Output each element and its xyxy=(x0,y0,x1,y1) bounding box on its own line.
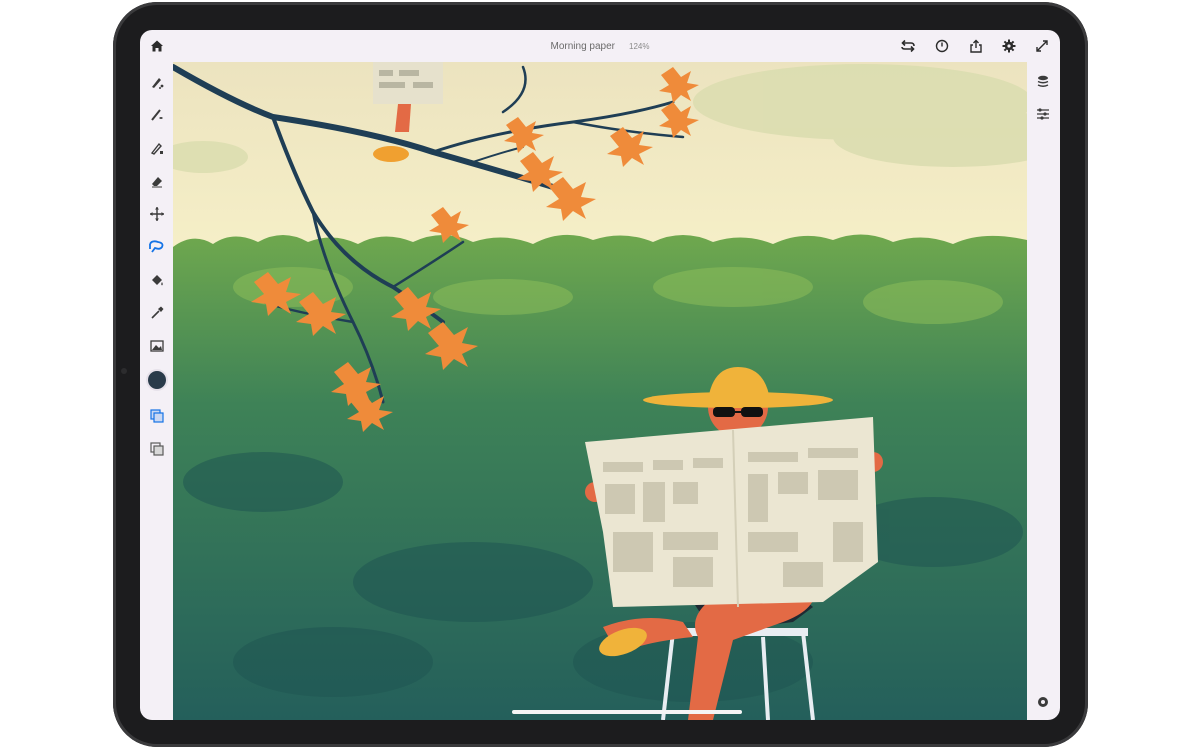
newspaper xyxy=(585,417,878,608)
history-icon[interactable] xyxy=(933,37,951,55)
eyedropper-icon[interactable] xyxy=(147,303,167,323)
eraser-icon[interactable] xyxy=(147,171,167,191)
layer-duplicate-icon[interactable] xyxy=(147,439,167,459)
document-title[interactable]: Morning paper xyxy=(551,41,615,52)
artwork xyxy=(173,62,1027,720)
color-swatch[interactable] xyxy=(147,370,167,390)
share-icon[interactable] xyxy=(967,37,985,55)
live-brush-icon[interactable] xyxy=(147,105,167,125)
document-title-bar: Morning paper 124% xyxy=(140,30,1060,62)
undo-redo-icon[interactable] xyxy=(898,37,918,55)
pixel-brush-icon[interactable] xyxy=(147,72,167,92)
touch-shortcut-icon[interactable] xyxy=(1033,692,1053,712)
settings-icon[interactable] xyxy=(1000,37,1018,55)
layers-icon[interactable] xyxy=(1033,72,1053,92)
front-camera xyxy=(121,368,127,374)
lasso-selection-icon[interactable] xyxy=(147,237,167,257)
move-transform-icon[interactable] xyxy=(147,204,167,224)
image-import-icon[interactable] xyxy=(147,336,167,356)
fill-icon[interactable] xyxy=(147,270,167,290)
drawing-canvas[interactable] xyxy=(173,62,1027,720)
top-toolbar: Morning paper 124% xyxy=(140,30,1060,62)
home-indicator[interactable] xyxy=(512,710,742,714)
app-screen: Morning paper 124% xyxy=(140,30,1060,720)
vector-brush-icon[interactable] xyxy=(147,138,167,158)
fullscreen-icon[interactable] xyxy=(1033,37,1051,55)
left-toolbar xyxy=(140,62,173,720)
right-panel xyxy=(1027,62,1060,720)
ipad-frame: Morning paper 124% xyxy=(113,2,1088,747)
layer-properties-icon[interactable] xyxy=(1033,104,1053,124)
zoom-level: 124% xyxy=(629,41,650,51)
layer-add-icon[interactable] xyxy=(147,406,167,426)
